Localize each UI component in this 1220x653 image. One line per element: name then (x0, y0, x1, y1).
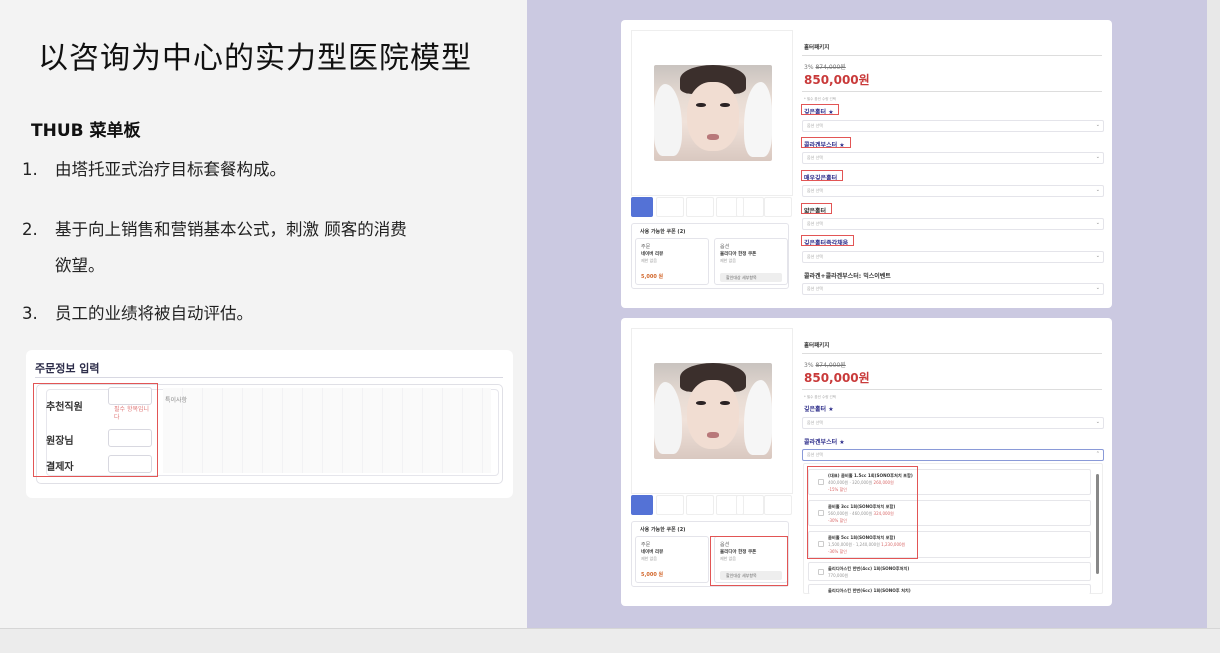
memo-label: 특이사항 (165, 397, 188, 404)
option-select[interactable]: 옵션 선택 ⌄ (802, 251, 1104, 263)
option-select[interactable]: 옵션 선택 ⌄ (802, 218, 1104, 230)
coupon-title: 사용 가능한 쿠폰 (2) (640, 527, 686, 533)
thumbnail[interactable] (686, 197, 714, 217)
thumbnail[interactable] (656, 197, 684, 217)
vertical-scrollbar[interactable] (1207, 0, 1220, 628)
list-item-3: 3. 员工的业绩将被自动评估。 (22, 304, 253, 323)
coupon-detail-button[interactable]: 할인대상 세부항목 (720, 273, 782, 282)
option-select[interactable]: 옵션 선택 ⌄ (802, 120, 1104, 132)
coupon-card[interactable]: 주문 네이버 리뷰 제한 없음 5,000 원 (635, 536, 709, 583)
option-select[interactable]: 옵션 선택 ⌄ (802, 417, 1104, 429)
highlight-box (33, 383, 158, 477)
package-name: 홀터패키지 (804, 45, 830, 51)
option-label: 콜라겐부스터 ★ (804, 439, 845, 446)
product-image-frame (631, 328, 793, 494)
thumbnail-selected[interactable] (631, 197, 653, 217)
product-image-frame (631, 30, 793, 196)
dropdown-scrollbar[interactable] (1096, 474, 1099, 574)
product-photo (654, 363, 772, 459)
sale-price: 850,000원 (804, 371, 870, 385)
order-form-title: 주문정보 입력 (35, 362, 100, 375)
list-item-2-continued: 欲望。 (55, 256, 105, 275)
coupon-card[interactable]: 옵션 울리디아 한정 쿠폰 제한 없음 할인대상 세부항목 (714, 238, 788, 285)
option-select[interactable]: 옵션 선택 ⌄ (802, 152, 1104, 164)
thumbnail[interactable] (736, 495, 764, 515)
dropdown-option[interactable]: 울리디아스킨 한번(4cc) 1회(SONO후처치) 770,000원 (808, 562, 1091, 581)
divider (35, 377, 503, 378)
option-select-open[interactable]: 옵션 선택 ⌃ (802, 449, 1104, 461)
package-name: 홀터패키지 (804, 343, 830, 349)
list-item-2: 2. 基于向上销售和营销基本公式，刺激 顾客的消费 (22, 220, 407, 239)
required-note: * 필수 옵션 수량 선택 (804, 395, 836, 399)
original-price: 3% 874,000원 (804, 64, 846, 71)
memo-field[interactable] (163, 388, 491, 473)
option-select[interactable]: 옵션 선택 ⌄ (802, 283, 1104, 295)
thumbnail[interactable] (736, 197, 764, 217)
thumbnail[interactable] (764, 495, 792, 515)
option-label: 깊은홀터 ★ (804, 406, 834, 413)
list-item-1: 1. 由塔托亚式治疗目标套餐构成。 (22, 160, 286, 179)
thumbnail[interactable] (656, 495, 684, 515)
option-label: 콜라겐+콜라겐부스터: 믹스이벤트 (804, 273, 891, 280)
slide-subtitle: THUB 菜单板 (31, 121, 141, 141)
coupon-title: 사용 가능한 쿠폰 (2) (640, 229, 686, 235)
product-screenshot-1: 사용 가능한 쿠폰 (2) 주문 네이버 리뷰 제한 없음 5,000 원 옵션… (621, 20, 1112, 308)
thumbnail-selected[interactable] (631, 495, 653, 515)
thumbnail[interactable] (686, 495, 714, 515)
coupon-panel: 사용 가능한 쿠폰 (2) 주문 네이버 리뷰 제한 없음 5,000 원 옵션… (631, 223, 789, 289)
coupon-card[interactable]: 주문 네이버 리뷰 제한 없음 5,000 원 (635, 238, 709, 285)
dropdown-option[interactable]: 울리디아스킨 한번(6cc) 1회(SONO후 처치) (808, 584, 1091, 594)
product-photo (654, 65, 772, 161)
slide-title: 以咨询为中心的实力型医院模型 (38, 41, 472, 76)
option-select[interactable]: 옵션 선택 ⌄ (802, 185, 1104, 197)
original-price: 3% 874,000원 (804, 362, 846, 369)
horizontal-scrollbar[interactable] (0, 628, 1220, 653)
product-screenshot-2: 사용 가능한 쿠폰 (2) 주문 네이버 리뷰 제한 없음 5,000 원 옵션… (621, 318, 1112, 606)
sale-price: 850,000원 (804, 73, 870, 87)
required-note: * 필수 옵션 수량 선택 (804, 97, 836, 101)
order-form-screenshot: 주문정보 입력 특이사항 추천직원 원장님 결제자 필수 항목입니다 (26, 350, 513, 498)
thumbnail[interactable] (764, 197, 792, 217)
